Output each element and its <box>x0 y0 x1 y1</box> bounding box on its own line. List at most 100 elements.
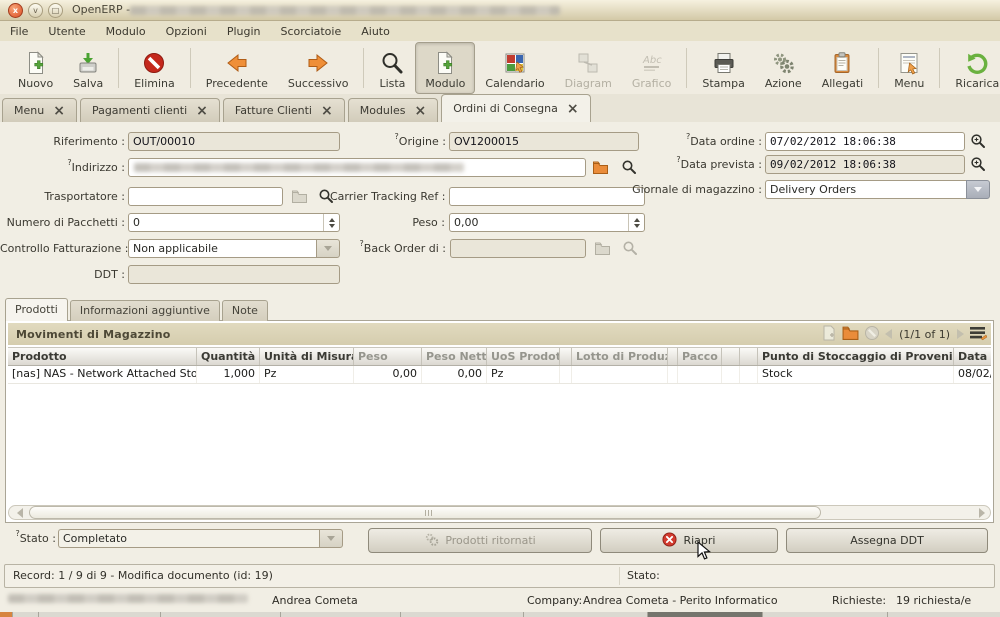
spin-down-icon[interactable] <box>634 224 640 228</box>
menu-modulo[interactable]: Modulo <box>106 25 146 38</box>
column-header[interactable]: Quantità <box>197 348 260 365</box>
menu-plugin[interactable]: Plugin <box>227 25 261 38</box>
toolbar-button-modulo[interactable]: Modulo <box>415 42 475 94</box>
column-header[interactable] <box>740 348 758 365</box>
doc-tab-ordini-di-consegna[interactable]: Ordini di Consegna × <box>441 94 590 122</box>
back-order-field[interactable] <box>450 239 586 258</box>
riapri-button[interactable]: Riapri <box>600 528 778 553</box>
scrollbar-thumb[interactable] <box>29 506 821 519</box>
toolbar-button-allegati[interactable]: Allegati <box>812 42 874 94</box>
tab-informazioni-aggiuntive[interactable]: Informazioni aggiuntive <box>70 300 220 321</box>
spinner-arrows[interactable] <box>628 214 644 231</box>
column-header[interactable]: Unità di Misura <box>260 348 354 365</box>
toolbar-button-menu[interactable]: Menu <box>884 42 934 94</box>
column-header[interactable]: Peso Netto <box>422 348 487 365</box>
tab-close-icon[interactable]: × <box>321 106 333 116</box>
tab-close-icon[interactable]: × <box>567 104 579 114</box>
spin-up-icon[interactable] <box>634 218 640 222</box>
tab-label: Pagamenti clienti <box>92 104 187 117</box>
controllo-fatturazione-combobox[interactable]: Non applicabile <box>128 239 340 258</box>
origine-field[interactable] <box>449 132 639 151</box>
indirizzo-search-icon[interactable] <box>621 159 638 175</box>
window-minimize-button[interactable]: v <box>28 3 43 18</box>
window-maximize-button[interactable]: □ <box>48 3 63 18</box>
previous-arrow-icon <box>225 51 249 75</box>
toolbar-button-ricarica[interactable]: Ricarica <box>945 42 1000 94</box>
numero-pacchetti-stepper[interactable]: 0 <box>128 213 340 232</box>
doc-tab-pagamenti-clienti[interactable]: Pagamenti clienti × <box>80 98 220 122</box>
toolbar-button-successivo[interactable]: Successivo <box>278 42 359 94</box>
cell-empty <box>668 366 678 383</box>
statusbar-divider <box>619 567 620 585</box>
doc-tab-menu[interactable]: Menu × <box>2 98 77 122</box>
doc-tab-fatture-clienti[interactable]: Fatture Clienti × <box>223 98 345 122</box>
toolbar-button-salva[interactable]: Salva <box>63 42 113 94</box>
menu-opzioni[interactable]: Opzioni <box>166 25 207 38</box>
stato-dropdown-button[interactable] <box>319 529 343 548</box>
giornale-label: Giornale di magazzino : <box>600 180 762 199</box>
tab-prodotti[interactable]: Prodotti <box>5 298 68 321</box>
toolbar-separator <box>878 48 879 88</box>
window-controls: x v □ <box>8 3 63 18</box>
assegna-ddt-button[interactable]: Assegna DDT <box>786 528 988 553</box>
trasportatore-field[interactable] <box>128 187 283 206</box>
window-close-button[interactable]: x <box>8 3 23 18</box>
toolbar-button-calendario[interactable]: Calendario <box>475 42 554 94</box>
data-ordine-field[interactable] <box>765 132 965 151</box>
openerp-window: x v □ OpenERP - File Utente Modulo Opzio… <box>0 0 1000 617</box>
column-header[interactable]: Prodotto <box>8 348 197 365</box>
cell-pacco <box>678 366 722 383</box>
data-prevista-label: ?Data prevista : <box>640 155 762 174</box>
section-title: Movimenti di Magazzino <box>8 328 171 341</box>
scroll-right-icon[interactable] <box>979 508 985 518</box>
column-header[interactable] <box>560 348 572 365</box>
column-header[interactable] <box>668 348 678 365</box>
data-prevista-zoom-icon[interactable] <box>970 156 987 172</box>
table-row[interactable]: [nas] NAS - Network Attached Storage 1,0… <box>8 366 991 384</box>
indirizzo-open-folder-icon[interactable] <box>592 160 609 176</box>
giornale-dropdown-button[interactable] <box>966 180 990 199</box>
toolbar-button-label: Menu <box>894 77 924 90</box>
toolbar-button-azione[interactable]: Azione <box>755 42 812 94</box>
doc-tab-modules[interactable]: Modules × <box>348 98 438 122</box>
menu-utente[interactable]: Utente <box>48 25 85 38</box>
scroll-left-icon[interactable] <box>17 508 23 518</box>
tab-note[interactable]: Note <box>222 300 268 321</box>
open-record-icon[interactable] <box>842 325 859 343</box>
tab-close-icon[interactable]: × <box>53 106 65 116</box>
column-header[interactable]: Pacco <box>678 348 722 365</box>
column-header[interactable]: Lotto di Produzione <box>572 348 668 365</box>
column-header[interactable]: Data <box>954 348 991 365</box>
switch-view-icon[interactable] <box>969 325 987 344</box>
prodotti-panel: Movimenti di Magazzino (1/1 of 1) Prodot… <box>5 320 994 523</box>
cell-peso: 0,00 <box>354 366 422 383</box>
toolbar-button-elimina[interactable]: Elimina <box>124 42 185 94</box>
column-header[interactable]: Peso <box>354 348 422 365</box>
peso-stepper[interactable]: 0,00 <box>449 213 645 232</box>
menu-file[interactable]: File <box>10 25 28 38</box>
column-header[interactable]: UoS Prodotto <box>487 348 560 365</box>
stato-value: Completato <box>58 529 319 548</box>
toolbar-button-precedente[interactable]: Precedente <box>196 42 278 94</box>
column-header[interactable]: Punto di Stoccaggio di Provenienza <box>758 348 954 365</box>
cell-prodotto: [nas] NAS - Network Attached Storage <box>8 366 197 383</box>
data-ordine-zoom-icon[interactable] <box>970 133 987 149</box>
stato-combobox[interactable]: Completato <box>58 529 343 548</box>
menu-aiuto[interactable]: Aiuto <box>361 25 390 38</box>
column-header[interactable] <box>722 348 740 365</box>
company-label: Company: <box>527 594 582 607</box>
horizontal-scrollbar[interactable] <box>8 505 991 520</box>
toolbar-button-nuovo[interactable]: Nuovo <box>8 42 63 94</box>
data-prevista-field[interactable] <box>765 155 965 174</box>
menu-scorciatoie[interactable]: Scorciatoie <box>280 25 341 38</box>
tab-close-icon[interactable]: × <box>196 106 208 116</box>
tab-close-icon[interactable]: × <box>414 106 426 116</box>
menu-form-icon <box>897 51 921 75</box>
ddt-field[interactable] <box>128 265 340 284</box>
toolbar-button-lista[interactable]: Lista <box>369 42 415 94</box>
riferimento-field[interactable] <box>128 132 340 151</box>
cell-uos-prodotto: Pz <box>487 366 560 383</box>
toolbar-button-stampa[interactable]: Stampa <box>692 42 754 94</box>
new-document-icon <box>24 51 48 75</box>
giornale-combobox[interactable]: Delivery Orders <box>765 180 990 199</box>
